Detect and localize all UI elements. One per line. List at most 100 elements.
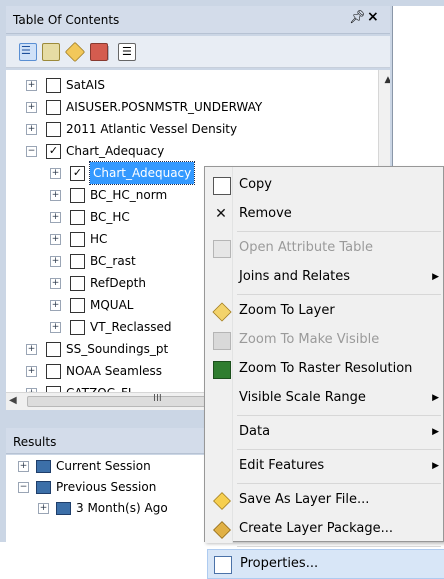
expand-icon[interactable]: + — [50, 234, 61, 245]
layer-name[interactable]: VT_Reclassed — [90, 316, 172, 338]
layer-name[interactable]: AISUSER.POSNMSTR_UNDERWAY — [66, 96, 262, 118]
list-by-source-icon[interactable] — [42, 43, 60, 61]
session-icon — [56, 502, 71, 515]
expand-icon[interactable]: + — [26, 80, 37, 91]
expand-icon[interactable]: + — [50, 190, 61, 201]
layer-context-menu: Copy ✕ Remove Open Attribute Table Joins and… — [204, 166, 444, 579]
menu-item-zoom-to-layer[interactable]: Zoom To Layer — [207, 297, 443, 325]
layer-visibility-checkbox[interactable] — [46, 78, 61, 93]
menu-item-visible-scale-range[interactable]: Visible Scale Range ▶ — [207, 384, 443, 412]
raster-resolution-icon — [213, 361, 231, 379]
layer-package-icon — [213, 521, 231, 539]
expand-icon[interactable]: + — [50, 300, 61, 311]
list-by-visibility-icon[interactable] — [64, 41, 86, 63]
expand-icon[interactable]: + — [38, 503, 49, 514]
layer-visibility-checkbox[interactable] — [70, 232, 85, 247]
toc-toolbar: ☰ ☰ — [6, 36, 390, 68]
layer-visibility-checkbox[interactable] — [46, 364, 61, 379]
menu-item-save-as-layer-file[interactable]: Save As Layer File... — [207, 486, 443, 514]
collapse-icon[interactable]: − — [26, 146, 37, 157]
layer-name[interactable]: HC — [90, 228, 107, 250]
submenu-arrow-icon: ▶ — [432, 461, 439, 471]
layer-name[interactable]: SatAIS — [66, 74, 105, 96]
layer-name[interactable]: NOAA Seamless — [66, 360, 162, 382]
layer-name[interactable]: MQUAL — [90, 294, 133, 316]
layer-visibility-checkbox[interactable] — [70, 188, 85, 203]
menu-item-create-layer-package[interactable]: Create Layer Package... — [207, 515, 443, 543]
menu-separator — [237, 294, 441, 295]
toolbar-divider — [108, 46, 109, 60]
layer-name[interactable]: BC_HC_norm — [90, 184, 167, 206]
expand-icon[interactable]: + — [50, 256, 61, 267]
menu-item-data[interactable]: Data ▶ — [207, 418, 443, 446]
layer-name[interactable]: CATZOC_FL — [66, 382, 135, 392]
menu-item-properties[interactable]: Properties... — [207, 549, 444, 579]
expand-icon[interactable]: + — [50, 278, 61, 289]
table-icon — [213, 240, 231, 258]
expand-icon[interactable]: + — [50, 322, 61, 333]
layer-visibility-checkbox[interactable]: ✓ — [46, 144, 61, 159]
expand-icon[interactable]: + — [26, 366, 37, 377]
session-label: Previous Session — [56, 480, 157, 494]
list-by-selection-icon[interactable] — [90, 43, 108, 61]
layer-name[interactable]: Chart_Adequacy — [66, 140, 164, 162]
pin-icon[interactable]: 📌︎ — [349, 10, 366, 25]
menu-item-open-attribute-table: Open Attribute Table — [207, 234, 443, 262]
toc-title: Table Of Contents — [13, 13, 120, 27]
zoom-visible-icon — [213, 332, 231, 350]
expand-icon[interactable]: + — [18, 461, 29, 472]
properties-icon — [214, 556, 232, 574]
collapse-icon[interactable]: − — [18, 482, 29, 493]
scroll-up-icon[interactable]: ▲ — [381, 73, 390, 87]
layer-visibility-checkbox[interactable] — [70, 210, 85, 225]
menu-separator — [237, 546, 441, 547]
options-icon[interactable]: ☰ — [118, 43, 136, 61]
menu-item-joins-and-relates[interactable]: Joins and Relates ▶ — [207, 263, 443, 291]
results-title: Results — [13, 435, 57, 449]
layer-file-icon — [213, 492, 231, 510]
layer-name[interactable]: RefDepth — [90, 272, 146, 294]
layer-visibility-checkbox[interactable] — [70, 276, 85, 291]
layer-name[interactable]: Chart_Adequacy — [88, 161, 196, 185]
layer-name[interactable]: SS_Soundings_pt — [66, 338, 168, 360]
expand-icon[interactable]: + — [50, 168, 61, 179]
layer-visibility-checkbox[interactable] — [46, 342, 61, 357]
submenu-arrow-icon: ▶ — [432, 393, 439, 403]
expand-icon[interactable]: + — [50, 212, 61, 223]
menu-separator — [237, 231, 441, 232]
submenu-arrow-icon: ▶ — [432, 272, 439, 282]
menu-item-remove[interactable]: ✕ Remove — [207, 200, 443, 228]
expand-icon[interactable]: + — [26, 102, 37, 113]
layer-visibility-checkbox[interactable] — [46, 122, 61, 137]
menu-item-label: Zoom To Raster Resolution — [239, 361, 413, 376]
menu-item-label: Edit Features — [239, 458, 325, 473]
menu-item-label: Joins and Relates — [239, 269, 351, 284]
menu-item-label: Remove — [239, 206, 292, 221]
menu-item-copy[interactable]: Copy — [207, 171, 443, 199]
layer-visibility-checkbox[interactable] — [70, 254, 85, 269]
layer-visibility-checkbox[interactable] — [70, 298, 85, 313]
session-label: 3 Month(s) Ago — [76, 501, 168, 515]
menu-separator — [237, 415, 441, 416]
menu-item-edit-features[interactable]: Edit Features ▶ — [207, 452, 443, 480]
close-icon[interactable]: × — [367, 9, 379, 25]
layer-name[interactable]: BC_rast — [90, 250, 136, 272]
expand-icon[interactable]: + — [26, 344, 37, 355]
session-icon — [36, 481, 51, 494]
remove-icon: ✕ — [215, 206, 227, 222]
scroll-left-icon[interactable]: ◀ — [9, 395, 17, 406]
scroll-grip: III — [153, 393, 162, 404]
layer-visibility-checkbox[interactable] — [46, 100, 61, 115]
menu-separator — [237, 449, 441, 450]
menu-item-label: Zoom To Make Visible — [239, 332, 380, 347]
layer-visibility-checkbox[interactable] — [70, 320, 85, 335]
layer-visibility-checkbox[interactable]: ✓ — [70, 166, 85, 181]
menu-item-zoom-to-raster-resolution[interactable]: Zoom To Raster Resolution — [207, 355, 443, 383]
list-by-drawing-order-icon[interactable]: ☰ — [19, 43, 37, 61]
layer-name[interactable]: 2011 Atlantic Vessel Density — [66, 118, 237, 140]
layer-name[interactable]: BC_HC — [90, 206, 130, 228]
session-label: Current Session — [56, 459, 151, 473]
menu-item-label: Create Layer Package... — [239, 521, 393, 536]
expand-icon[interactable]: + — [26, 124, 37, 135]
copy-icon — [213, 177, 231, 195]
